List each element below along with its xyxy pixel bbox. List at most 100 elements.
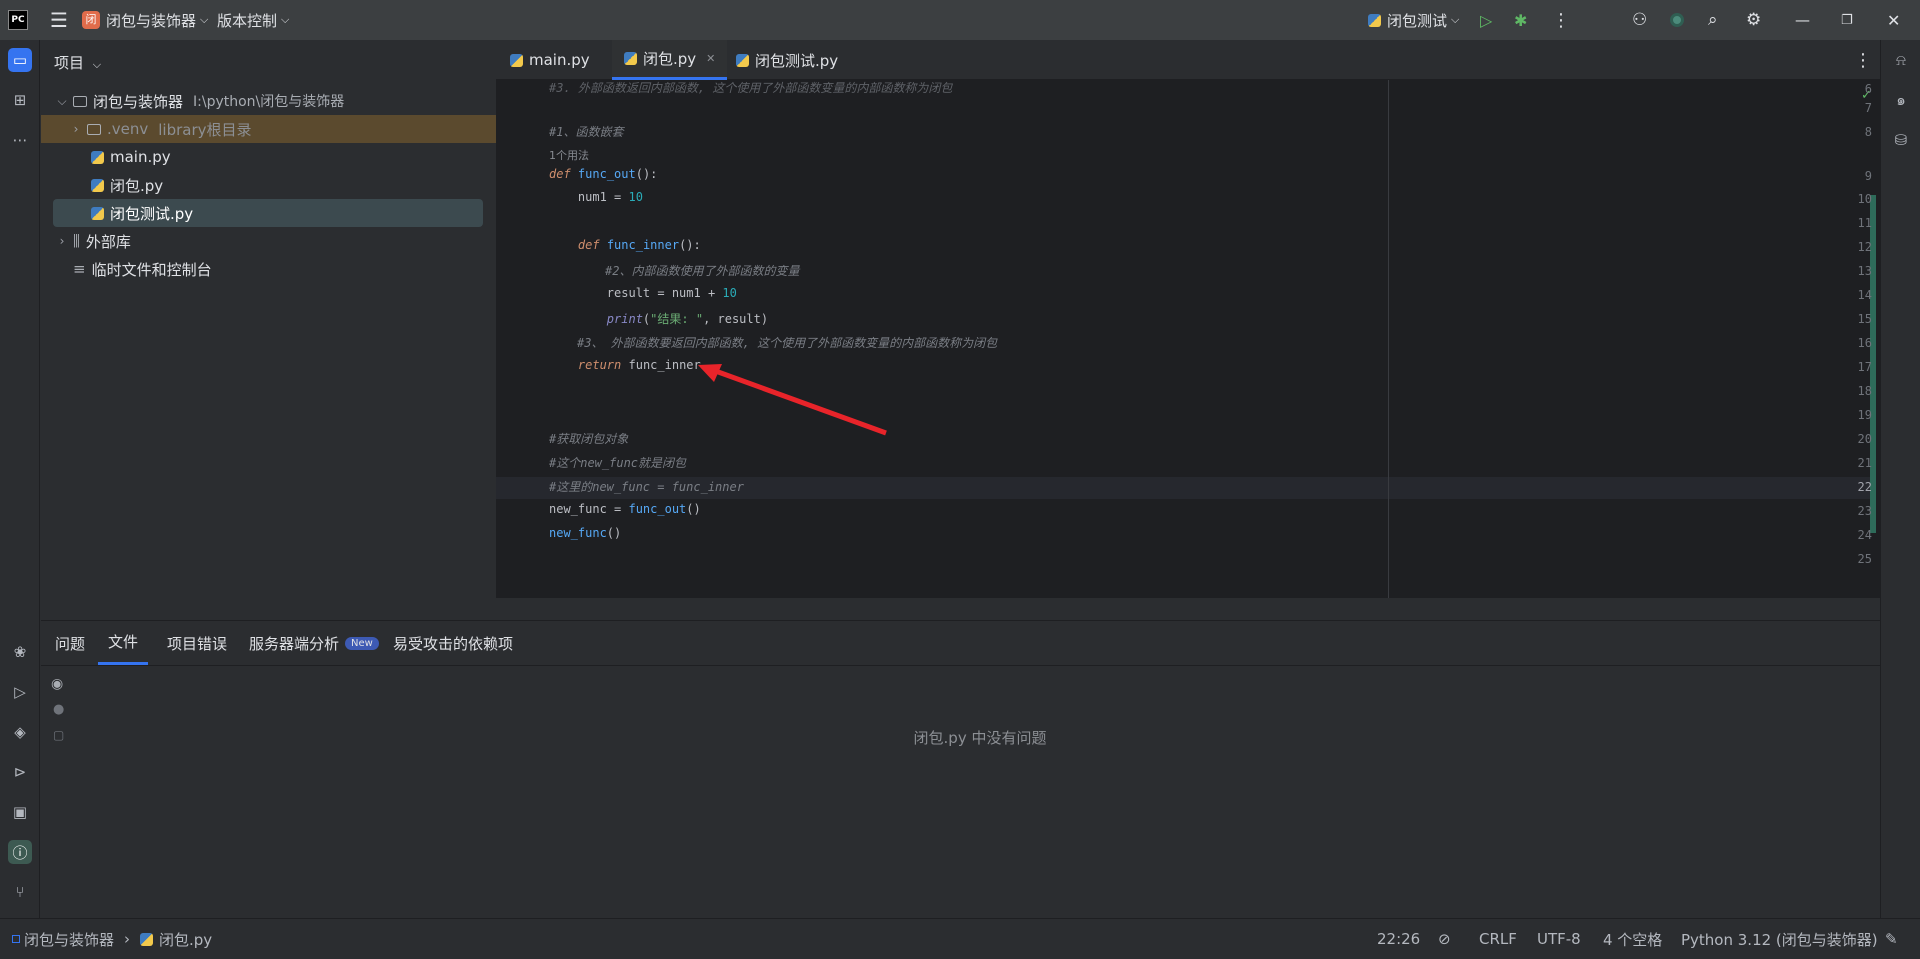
line-number: 8	[1864, 125, 1872, 139]
code-editor[interactable]: ✓ 6 #3. 外部函数返回内部函数, 这个使用了外部函数变量的内部函数称为闭包…	[496, 80, 1880, 598]
tree-item-scratches[interactable]: ≡ 临时文件和控制台	[41, 255, 496, 283]
python-file-icon	[140, 932, 154, 946]
tree-item-closure-py[interactable]: 闭包.py	[41, 171, 496, 199]
ai-chat-button[interactable]: ๑	[1889, 88, 1913, 112]
terminal-button[interactable]: ▣	[8, 800, 32, 824]
tree-item-closure-test-py[interactable]: 闭包测试.py	[53, 199, 483, 227]
line-number: 21	[1857, 456, 1872, 470]
lightbulb-icon[interactable]: ●	[53, 702, 64, 717]
eye-icon[interactable]: ◉	[51, 676, 63, 692]
line-number: 19	[1857, 408, 1872, 422]
indent-setting[interactable]: 4 个空格	[1603, 919, 1662, 959]
usage-hint[interactable]: 1个用法	[549, 147, 589, 163]
run-tool-button[interactable]: ▷	[8, 680, 32, 704]
line-number: 9	[1864, 169, 1872, 183]
database-button[interactable]: ⛁	[1889, 128, 1913, 152]
services-button[interactable]: ⊳	[8, 760, 32, 784]
tab-main-py[interactable]: main.py	[510, 40, 590, 80]
interpreter-selector[interactable]: Python 3.12 (闭包与装饰器)	[1681, 919, 1878, 959]
file-encoding[interactable]: UTF-8	[1537, 919, 1581, 959]
project-switcher[interactable]: 闭 闭包与装饰器 ⌵	[82, 0, 208, 40]
tab-label: main.py	[529, 51, 590, 69]
tree-item-external-libs[interactable]: › ⫼ 外部库	[41, 227, 496, 255]
warning-circle-icon: ⓘ	[12, 843, 28, 862]
tree-item-label: 临时文件和控制台	[91, 260, 212, 279]
tree-item-main-py[interactable]: main.py	[41, 143, 496, 171]
debug-button[interactable]: ✱	[1514, 0, 1527, 40]
code-line-15: print("结果: ", result)	[606, 312, 769, 326]
notifications-button[interactable]: ⍾	[1889, 48, 1913, 72]
tab-problems[interactable]: 问题	[55, 621, 85, 665]
structure-tool-button[interactable]: ⊞	[8, 88, 32, 112]
empty-state-message: 闭包.py 中没有问题	[913, 729, 1047, 747]
breadcrumb-file[interactable]: 闭包.py	[159, 929, 212, 950]
main-menu-button[interactable]: ☰	[50, 0, 68, 40]
layers-icon: ◈	[14, 723, 26, 741]
project-name: 闭包与装饰器	[106, 11, 197, 30]
run-config-selector[interactable]: 闭包测试 ⌵	[1368, 0, 1459, 40]
terminal-icon: ▣	[12, 803, 28, 821]
project-tool-button[interactable]: ▭	[8, 48, 32, 72]
right-margin-guide	[1388, 80, 1389, 598]
ai-assistant-button[interactable]	[1670, 0, 1684, 40]
python-file-icon	[624, 52, 637, 65]
search-button[interactable]: ⌕	[1708, 0, 1718, 40]
editor-options-button[interactable]: ⋮	[1854, 40, 1872, 80]
tab-vulnerable-deps[interactable]: 易受攻击的依赖项	[393, 621, 513, 665]
tab-label: 闭包测试.py	[755, 51, 839, 70]
project-panel: 项目 ⌵ ⌵ 闭包与装饰器 I:\python\闭包与装饰器 › .venv l…	[41, 40, 496, 620]
more-tools-button[interactable]: ⋯	[8, 128, 32, 152]
bell-icon: ⍾	[1896, 51, 1906, 69]
tree-item-extra: library根目录	[158, 120, 252, 139]
services-icon: ⊳	[13, 763, 27, 781]
line-separator[interactable]: CRLF	[1479, 919, 1517, 959]
tree-item-venv[interactable]: › .venv library根目录	[41, 115, 496, 143]
tab-label: 文件	[108, 633, 139, 651]
string-literal: "结果: "	[650, 312, 704, 326]
tab-file[interactable]: 文件	[98, 621, 149, 665]
python-packages-button[interactable]: ◈	[8, 720, 32, 744]
code-with-me-button[interactable]: ⚇	[1632, 0, 1647, 40]
right-tool-strip: ⍾ ๑ ⛁	[1880, 40, 1920, 918]
tab-closure-test-py[interactable]: 闭包测试.py	[736, 40, 838, 80]
tab-server-analysis[interactable]: 服务器端分析 New	[249, 621, 379, 665]
spiral-icon: ๑	[1896, 91, 1906, 109]
code-line-6: #3. 外部函数返回内部函数, 这个使用了外部函数变量的内部函数称为闭包	[549, 81, 953, 95]
chevron-down-icon: ⌵	[281, 13, 290, 26]
readonly-toggle[interactable]: ⊘	[1438, 919, 1451, 959]
new-badge: New	[345, 636, 379, 650]
tab-closure-py[interactable]: 闭包.py ✕	[612, 40, 728, 80]
caret-position[interactable]: 22:26	[1377, 919, 1420, 959]
settings-button[interactable]: ⚙	[1746, 0, 1761, 40]
close-tab-icon[interactable]: ✕	[706, 52, 715, 65]
more-actions-button[interactable]: ⋮	[1552, 0, 1570, 40]
code-line-17: return func_inner	[577, 358, 701, 372]
gear-icon: ⚙	[1746, 10, 1762, 30]
tree-item-root[interactable]: ⌵ 闭包与装饰器 I:\python\闭包与装饰器	[41, 87, 496, 115]
project-panel-header[interactable]: 项目 ⌵	[54, 52, 101, 73]
tree-item-label: .venv	[107, 120, 149, 138]
scratch-icon: ≡	[73, 260, 86, 278]
problems-tool-button[interactable]: ⓘ	[8, 840, 32, 864]
problems-panel: 问题 文件 项目错误 服务器端分析 New 易受攻击的依赖项 ◉ ● ▢ 闭包.…	[41, 620, 1880, 918]
tree-item-label: 外部库	[85, 232, 131, 251]
tree-item-label: 闭包测试.py	[110, 204, 194, 223]
code-line-12: def func_inner():	[577, 238, 701, 252]
edit-lock-icon[interactable]: ✎	[1885, 919, 1898, 959]
editor-tab-bar: main.py 闭包.py ✕ 闭包测试.py ⋮	[496, 40, 1880, 80]
app-logo[interactable]: PC	[8, 0, 28, 40]
code-line-24: new_func()	[549, 526, 622, 540]
tab-project-errors[interactable]: 项目错误	[167, 621, 227, 665]
line-number: 14	[1857, 288, 1872, 302]
vcs-menu[interactable]: 版本控制 ⌵	[217, 0, 289, 40]
restore-button[interactable]: ❐	[1841, 0, 1853, 40]
line-number: 13	[1857, 264, 1872, 278]
close-window-button[interactable]: ✕	[1887, 0, 1900, 40]
run-button[interactable]: ▷	[1480, 0, 1492, 40]
breadcrumb-project[interactable]: 闭包与装饰器	[24, 929, 114, 950]
left-tool-strip: ▭ ⊞ ⋯ ❀ ▷ ◈ ⊳ ▣ ⓘ ⑂	[0, 40, 40, 918]
git-branch-icon: ⑂	[15, 883, 25, 901]
minimize-button[interactable]: —	[1795, 0, 1810, 40]
python-console-button[interactable]: ❀	[8, 640, 32, 664]
git-button[interactable]: ⑂	[8, 880, 32, 904]
